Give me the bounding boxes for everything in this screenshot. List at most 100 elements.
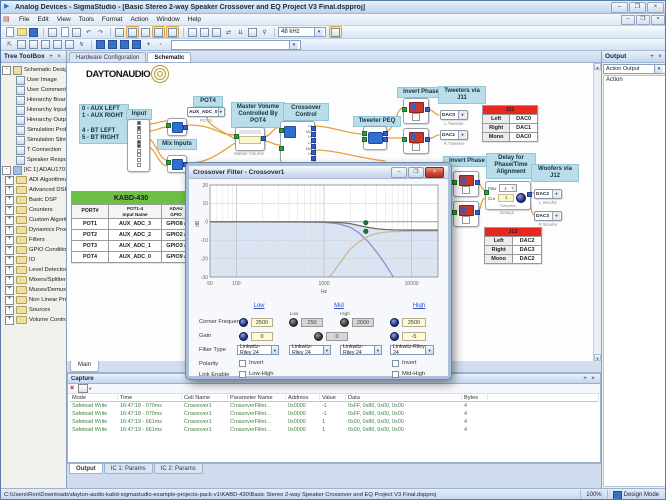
collapse-icon[interactable]: -: [2, 66, 11, 75]
tree-root-schematic-design[interactable]: -Schematic Design: [2, 65, 66, 75]
filter-type-dropdown-mid-low[interactable]: Linkwitz-Riley 24▾: [289, 345, 331, 355]
tree-item[interactable]: +ADI Algorithms: [5, 175, 66, 185]
master-volume-block[interactable]: [235, 127, 265, 151]
tree-item[interactable]: Speaker Response: [14, 155, 66, 165]
corner-frequency-field-low[interactable]: 2500: [251, 318, 273, 327]
expand-icon[interactable]: +: [5, 176, 14, 185]
tree-item[interactable]: T Connection: [14, 145, 66, 155]
capture-window-icon[interactable]: [140, 27, 151, 37]
input-block[interactable]: [127, 119, 150, 172]
tweeter-right-dac-dropdown[interactable]: DAC1▾: [440, 130, 468, 140]
tree-root-ic1-adau1701[interactable]: -[IC 1] ADAU1701: [2, 165, 66, 175]
tree-item[interactable]: +Counters: [5, 205, 66, 215]
design-mode-indicator[interactable]: Design Mode: [607, 490, 664, 500]
filter-type-dropdown-low[interactable]: Linkwitz-Riley 24▾: [237, 345, 279, 355]
dialog-minimize-button[interactable]: –: [391, 167, 407, 178]
menu-format[interactable]: Format: [98, 15, 127, 24]
tree-item[interactable]: +Level Detectors/Lo: [5, 265, 66, 275]
dialog-close-button[interactable]: ×: [425, 167, 444, 178]
probe-icon[interactable]: ⚲: [259, 27, 270, 37]
open-project-icon[interactable]: [16, 27, 27, 37]
link-mid-high-checkbox[interactable]: [392, 371, 399, 378]
grow-algorithm-icon[interactable]: [95, 40, 106, 50]
invert-block[interactable]: [403, 128, 429, 154]
menu-tools[interactable]: Tools: [75, 15, 98, 24]
hardware-config-view-icon[interactable]: [114, 27, 125, 37]
expand-icon[interactable]: +: [5, 316, 14, 325]
tree-item[interactable]: +Mixers/Splitters: [5, 275, 66, 285]
tree-item[interactable]: +Volume Controls: [5, 315, 66, 325]
align-bottom-icon[interactable]: [52, 40, 63, 50]
distribute-icon[interactable]: [64, 40, 75, 50]
gain-knob-mid[interactable]: [314, 332, 323, 341]
woofer-left-dac-dropdown[interactable]: DAC2▾: [534, 189, 562, 199]
invert-block[interactable]: [453, 171, 479, 197]
tree-item[interactable]: +GPIO Conditioning: [5, 245, 66, 255]
redo-icon[interactable]: ↷: [95, 27, 106, 37]
align-top-icon[interactable]: [40, 40, 51, 50]
sample-rate-combobox[interactable]: 48 kHz ▾: [278, 27, 326, 37]
delay-block[interactable]: Max 1▾ Cur 1 Samples: [485, 181, 531, 210]
chevron-down-icon[interactable]: ▾: [654, 65, 663, 73]
zoom-out-icon[interactable]: [187, 27, 198, 37]
dialog-maximize-button[interactable]: ❒: [408, 167, 424, 178]
save-icon[interactable]: [28, 27, 39, 37]
link-low-high-checkbox[interactable]: [239, 371, 246, 378]
tree-item[interactable]: +Dynamics Process: [5, 225, 66, 235]
tab-main[interactable]: Main: [70, 361, 99, 372]
cut-icon[interactable]: [47, 27, 58, 37]
tree-toolbox-icon[interactable]: [152, 26, 165, 38]
pointer-tool-icon[interactable]: ⇱: [4, 40, 15, 50]
tweeter-peq-block[interactable]: [363, 126, 387, 150]
add-output-icon[interactable]: [119, 40, 130, 50]
menu-edit[interactable]: Edit: [33, 15, 52, 24]
gain-field-low[interactable]: 0: [251, 332, 273, 341]
output-type-dropdown[interactable]: Action Output ▾: [603, 64, 666, 74]
tab-schematic[interactable]: Schematic: [147, 52, 191, 62]
tab-ic2-params[interactable]: IC 2: Params: [154, 464, 203, 474]
tree-item[interactable]: Simulation Stimul: [14, 135, 66, 145]
zoom-fit-icon[interactable]: [211, 27, 222, 37]
expand-icon[interactable]: +: [5, 186, 14, 195]
pin-icon[interactable]: +: [581, 376, 589, 382]
tab-hardware-configuration[interactable]: Hardware Configuration: [69, 52, 146, 62]
tree-item[interactable]: Simulation Probe: [14, 125, 66, 135]
corner-frequency-knob-mid-low[interactable]: [289, 318, 298, 327]
filter-type-dropdown-mid-high[interactable]: Linkwitz-Riley 24▾: [340, 345, 382, 355]
tree-item[interactable]: +Custom Algorithms: [5, 215, 66, 225]
stimulus-icon[interactable]: [329, 26, 342, 38]
expand-icon[interactable]: +: [5, 196, 14, 205]
align-left-icon[interactable]: [16, 40, 27, 50]
expand-icon[interactable]: +: [5, 246, 14, 255]
invert-checkbox-high[interactable]: [392, 360, 399, 367]
close-button[interactable]: ×: [647, 2, 664, 13]
expand-icon[interactable]: +: [5, 286, 14, 295]
menu-view[interactable]: View: [53, 15, 75, 24]
close-icon[interactable]: ×: [55, 54, 63, 60]
zoom-in-icon[interactable]: [199, 27, 210, 37]
dialog-title-bar[interactable]: Crossover Filter - Crossover1 – ❒ ×: [189, 166, 448, 179]
corner-frequency-knob-high[interactable]: [390, 318, 399, 327]
paste-icon[interactable]: [71, 27, 82, 37]
new-project-icon[interactable]: [4, 27, 15, 37]
link-compile-download-icon[interactable]: ⇊: [235, 27, 246, 37]
tree-item[interactable]: +IO: [5, 255, 66, 265]
gain-field-high[interactable]: -5: [402, 332, 426, 341]
menu-action[interactable]: Action: [126, 15, 152, 24]
crossover-response-graph[interactable]: 20100-10-20-3050100100010000HzdB: [194, 181, 446, 299]
copy-icon[interactable]: [59, 27, 70, 37]
tab-output[interactable]: Output: [69, 464, 103, 474]
invert-block[interactable]: [453, 201, 479, 227]
close-icon[interactable]: ×: [589, 376, 597, 382]
pin-icon[interactable]: +: [47, 54, 55, 60]
corner-frequency-knob-low[interactable]: [239, 318, 248, 327]
link-compile-connect-icon[interactable]: ⇄: [223, 27, 234, 37]
expand-icon[interactable]: +: [5, 306, 14, 315]
tree-item[interactable]: +Non Linear Process: [5, 295, 66, 305]
high-band-link[interactable]: High: [404, 303, 434, 309]
schematic-view-icon[interactable]: [126, 26, 139, 38]
tweeter-left-dac-dropdown[interactable]: DAC0▾: [440, 110, 468, 120]
cell-name-combobox[interactable]: ▾: [171, 40, 301, 50]
tree-item[interactable]: +Filters: [5, 235, 66, 245]
gain-knob-high[interactable]: [390, 332, 399, 341]
